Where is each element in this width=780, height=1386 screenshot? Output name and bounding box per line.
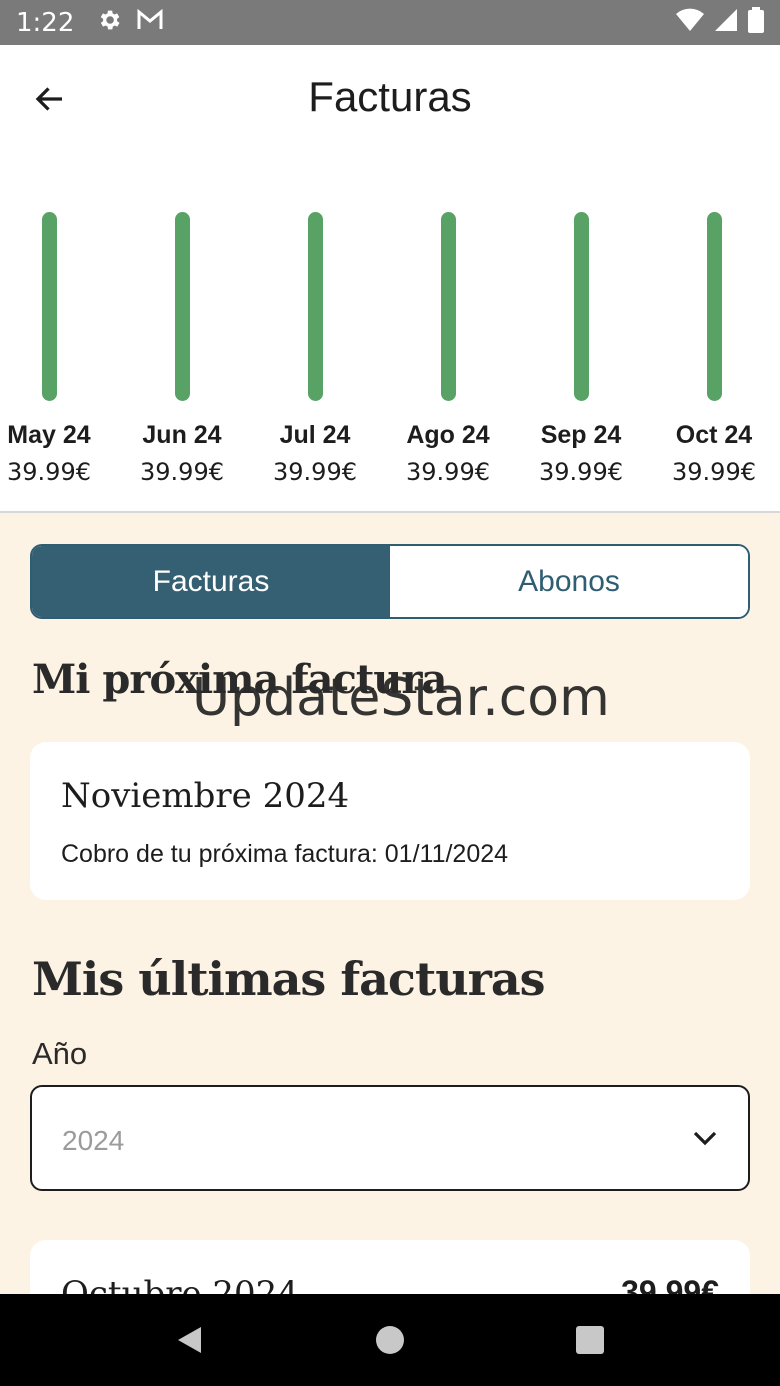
watermark: UpdateStar.com <box>192 668 610 728</box>
chart-value-label: 39.99€ <box>406 458 490 486</box>
header: Facturas May 24 39.99€ Jun 24 39.99€ Jul 24 3… <box>0 45 780 513</box>
battery-icon <box>748 7 764 38</box>
chart-value-label: 39.99€ <box>140 458 224 486</box>
next-invoice-card[interactable]: Noviembre 2024 Cobro de tu próxima factu… <box>30 742 750 900</box>
last-invoices-title: Mis últimas facturas <box>32 952 546 1006</box>
status-bar: 1:22 <box>0 0 780 45</box>
next-invoice-charge-date: Cobro de tu próxima factura: 01/11/2024 <box>61 840 509 868</box>
invoice-chart: May 24 39.99€ Jun 24 39.99€ Jul 24 39.99€ Ago … <box>0 45 780 513</box>
chart-category-label: Jun 24 <box>142 421 222 449</box>
status-time: 1:22 <box>16 7 75 38</box>
navigation-bar <box>0 1294 780 1386</box>
chart-category-label: Jul 24 <box>279 421 351 449</box>
triangle-back-icon <box>178 1327 201 1353</box>
chart-bar[interactable] <box>706 212 722 401</box>
signal-icon <box>714 8 738 37</box>
back-nav-button[interactable] <box>160 1310 220 1370</box>
year-select-value: 2024 <box>62 1125 125 1156</box>
next-invoice-month: Noviembre 2024 <box>61 776 350 816</box>
year-select[interactable]: 2024 <box>30 1085 750 1191</box>
wifi-icon <box>676 8 704 37</box>
chart-bar[interactable] <box>174 212 190 401</box>
chart-category-label: Ago 24 <box>406 421 490 449</box>
chart-bar[interactable] <box>440 212 456 401</box>
tab-bar: Facturas Abonos <box>30 544 750 619</box>
chart-category-label: Sep 24 <box>540 421 622 449</box>
year-label: Año <box>32 1036 88 1071</box>
chart-category-label: Oct 24 <box>675 421 753 449</box>
recents-nav-button[interactable] <box>560 1310 620 1370</box>
tab-facturas[interactable]: Facturas <box>32 546 390 617</box>
chart-value-label: 39.99€ <box>539 458 623 486</box>
home-nav-button[interactable] <box>360 1310 420 1370</box>
settings-icon <box>96 7 122 38</box>
tab-abonos[interactable]: Abonos <box>390 546 748 617</box>
gmail-icon <box>136 8 164 36</box>
circle-home-icon <box>376 1326 404 1354</box>
chevron-down-icon <box>690 1123 720 1158</box>
chart-value-label: 39.99€ <box>672 458 756 486</box>
chart-bar[interactable] <box>573 212 589 401</box>
chart-value-label: 39.99€ <box>273 458 357 486</box>
chart-category-label: May 24 <box>7 421 91 449</box>
chart-bar[interactable] <box>307 212 323 401</box>
square-recents-icon <box>576 1326 604 1354</box>
chart-value-label: 39.99€ <box>7 458 91 486</box>
chart-bar[interactable] <box>41 212 57 401</box>
